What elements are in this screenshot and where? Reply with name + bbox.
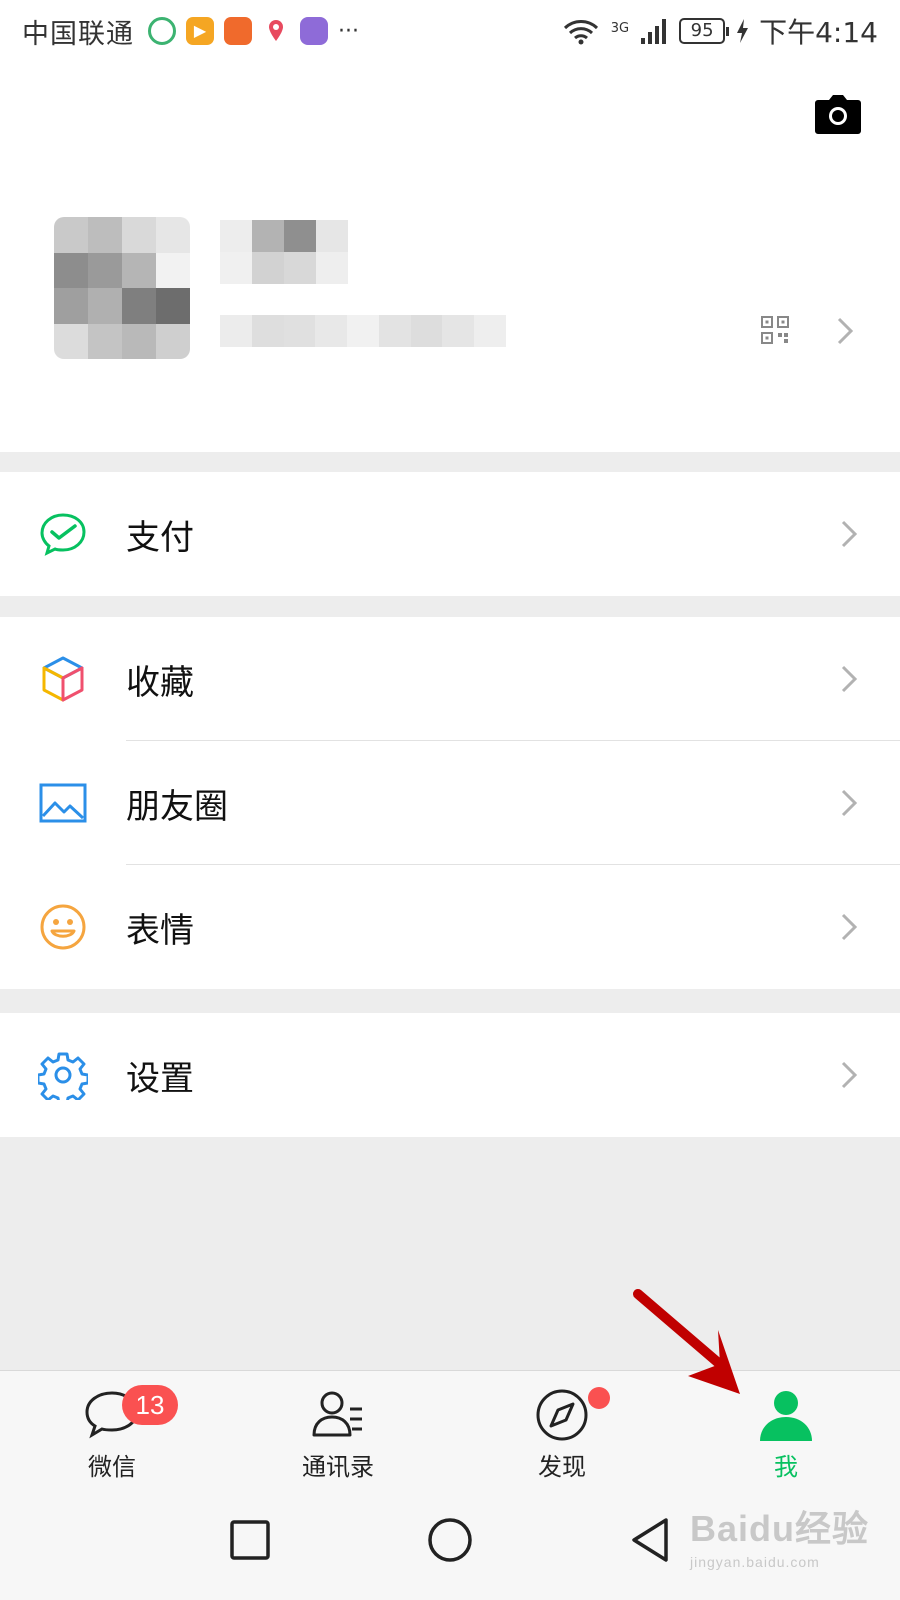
tab-label-contacts: 通讯录	[302, 1453, 374, 1481]
tab-contacts[interactable]: 通讯录	[278, 1371, 398, 1487]
bottom-tab-bar: 13 微信 通讯录 发现 我	[0, 1370, 900, 1486]
photos-app-icon	[148, 17, 176, 45]
contacts-icon	[312, 1391, 362, 1437]
watermark: Baidu经验 jingyan.baidu.com	[690, 1500, 870, 1580]
maps-app-icon	[262, 17, 290, 45]
person-icon	[760, 1391, 812, 1441]
menu-item-favorites[interactable]: 收藏	[0, 617, 900, 741]
menu-label-stickers: 表情	[126, 910, 194, 951]
carrier-name: 中国联通	[22, 18, 134, 50]
moments-picture-icon	[39, 783, 87, 823]
back-icon[interactable]	[620, 1510, 680, 1570]
menu-item-settings[interactable]: 设置	[0, 1013, 900, 1137]
menu-item-pay[interactable]: 支付	[0, 472, 900, 596]
menu-label-pay: 支付	[126, 517, 194, 558]
menu-item-stickers[interactable]: 表情	[0, 865, 900, 989]
chevron-right-icon	[837, 317, 854, 345]
compass-icon	[536, 1389, 588, 1441]
menu-group-pay: 支付	[0, 472, 900, 596]
profile-header[interactable]	[0, 62, 900, 452]
home-icon[interactable]	[420, 1510, 480, 1570]
menu-group-settings: 设置	[0, 1013, 900, 1137]
chevron-right-icon	[841, 789, 858, 817]
smiley-icon	[40, 904, 86, 950]
menu-group-content: 收藏 朋友圈 表情	[0, 617, 900, 989]
unread-badge: 13	[122, 1385, 178, 1425]
clock-app-icon	[300, 17, 328, 45]
chevron-right-icon	[841, 1061, 858, 1089]
watermark-brand: Baidu经验	[690, 1508, 870, 1549]
menu-label-settings: 设置	[126, 1058, 194, 1099]
menu-label-favorites: 收藏	[126, 662, 194, 703]
video-app-icon: ▶	[186, 17, 214, 45]
wechat-pay-icon	[40, 513, 86, 556]
bank-app-icon	[224, 17, 252, 45]
clock: 下午4:14	[759, 16, 878, 49]
tab-discover[interactable]: 发现	[502, 1371, 622, 1487]
tab-label-discover: 发现	[538, 1453, 586, 1481]
more-notifications-indicator: ···	[338, 18, 359, 44]
tab-label-me: 我	[774, 1453, 798, 1481]
chevron-right-icon	[841, 665, 858, 693]
status-bar: 中国联通 ▶ ··· 3G 95 下午4:14	[0, 0, 900, 62]
tab-chats[interactable]: 13 微信	[52, 1371, 178, 1487]
notification-icons: ▶ ···	[148, 17, 359, 45]
favorites-cube-icon	[42, 656, 84, 702]
signal-icon	[641, 19, 667, 44]
charging-icon	[737, 19, 749, 43]
menu-label-moments: 朋友圈	[126, 786, 228, 827]
qr-code-icon[interactable]	[760, 315, 790, 345]
wechat-id-blurred	[220, 315, 506, 347]
battery-indicator: 95	[679, 18, 730, 44]
annotation-arrow-icon	[633, 1289, 740, 1394]
menu-item-moments[interactable]: 朋友圈	[0, 741, 900, 865]
tab-label-chats: 微信	[88, 1453, 136, 1481]
watermark-url: jingyan.baidu.com	[690, 1554, 820, 1570]
nickname-blurred	[220, 220, 348, 284]
status-right: 3G 95 下午4:14	[561, 11, 878, 51]
camera-icon[interactable]	[814, 94, 862, 136]
chevron-right-icon	[841, 913, 858, 941]
network-type: 3G	[610, 21, 630, 36]
chevron-right-icon	[841, 520, 858, 548]
recent-apps-icon[interactable]	[220, 1510, 280, 1570]
new-content-dot	[588, 1387, 610, 1409]
avatar[interactable]	[54, 217, 190, 359]
wifi-icon	[563, 20, 598, 45]
gear-icon	[38, 1052, 88, 1100]
